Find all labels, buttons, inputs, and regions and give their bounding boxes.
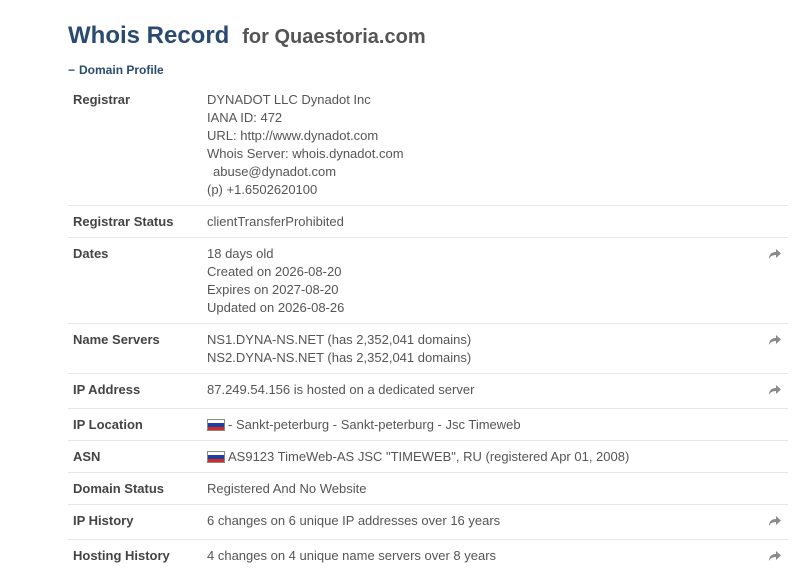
collapse-toggle-icon[interactable]: − bbox=[68, 63, 75, 77]
row-asn: ASN AS9123 TimeWeb-AS JSC "TIMEWEB", RU … bbox=[68, 441, 788, 473]
row-label: IP Address bbox=[68, 374, 207, 409]
dates-value: 18 days old Created on 2026-08-20 Expire… bbox=[207, 238, 754, 324]
row-hosting-history: Hosting History 4 changes on 4 unique na… bbox=[68, 540, 788, 574]
row-label: IP History bbox=[68, 505, 207, 540]
page-title-main: Whois Record bbox=[68, 22, 229, 49]
created-date: Created on 2026-08-20 bbox=[207, 263, 754, 281]
row-label: Name Servers bbox=[68, 324, 207, 374]
name-server-2: NS2.DYNA-NS.NET (has 2,352,041 domains) bbox=[207, 349, 754, 367]
ip-history-value: 6 changes on 6 unique IP addresses over … bbox=[207, 505, 754, 540]
registrar-url: URL: http://www.dynadot.com bbox=[207, 127, 754, 145]
registrar-status-value: clientTransferProhibited bbox=[207, 206, 754, 238]
registrar-phone: (p) +1.6502620100 bbox=[207, 181, 754, 199]
domain-age: 18 days old bbox=[207, 245, 754, 263]
row-ip-address: IP Address 87.249.54.156 is hosted on a … bbox=[68, 374, 788, 409]
share-arrow-icon[interactable] bbox=[768, 333, 782, 347]
share-arrow-icon[interactable] bbox=[768, 549, 782, 563]
row-label: ASN bbox=[68, 441, 207, 473]
row-label: Hosting History bbox=[68, 540, 207, 574]
share-arrow-icon[interactable] bbox=[768, 383, 782, 397]
row-label: IP Location bbox=[68, 409, 207, 441]
name-servers-value: NS1.DYNA-NS.NET (has 2,352,041 domains) … bbox=[207, 324, 754, 374]
share-arrow-icon[interactable] bbox=[768, 514, 782, 528]
russia-flag-icon bbox=[207, 450, 225, 462]
domain-status-value: Registered And No Website bbox=[207, 473, 754, 505]
share-arrow-icon[interactable] bbox=[768, 247, 782, 261]
row-registrar-status: Registrar Status clientTransferProhibite… bbox=[68, 206, 788, 238]
registrar-abuse-email: abuse@dynadot.com bbox=[207, 163, 754, 181]
row-registrar: Registrar DYNADOT LLC Dynadot Inc IANA I… bbox=[68, 84, 788, 206]
registrar-iana: IANA ID: 472 bbox=[207, 109, 754, 127]
name-server-1: NS1.DYNA-NS.NET (has 2,352,041 domains) bbox=[207, 331, 754, 349]
row-name-servers: Name Servers NS1.DYNA-NS.NET (has 2,352,… bbox=[68, 324, 788, 374]
russia-flag-icon bbox=[207, 418, 225, 430]
page-title: Whois Record for Quaestoria.com bbox=[68, 14, 426, 51]
row-label: Dates bbox=[68, 238, 207, 324]
asn-value: AS9123 TimeWeb-AS JSC "TIMEWEB", RU (reg… bbox=[207, 441, 754, 473]
ip-location-text: - Sankt-peterburg - Sankt-peterburg - Js… bbox=[228, 417, 521, 432]
page-title-domain: for Quaestoria.com bbox=[242, 26, 425, 48]
updated-date: Updated on 2026-08-26 bbox=[207, 299, 754, 317]
row-label: Domain Status bbox=[68, 473, 207, 505]
ip-location-value: - Sankt-peterburg - Sankt-peterburg - Js… bbox=[207, 409, 754, 441]
row-label: Registrar Status bbox=[68, 206, 207, 238]
domain-profile-header[interactable]: −Domain Profile bbox=[68, 63, 164, 77]
hosting-history-value: 4 changes on 4 unique name servers over … bbox=[207, 540, 754, 574]
row-ip-history: IP History 6 changes on 6 unique IP addr… bbox=[68, 505, 788, 540]
row-domain-status: Domain Status Registered And No Website bbox=[68, 473, 788, 505]
domain-profile-table: Registrar DYNADOT LLC Dynadot Inc IANA I… bbox=[68, 84, 788, 574]
registrar-value: DYNADOT LLC Dynadot Inc IANA ID: 472 URL… bbox=[207, 84, 754, 206]
row-label: Registrar bbox=[68, 84, 207, 206]
registrar-whois-server: Whois Server: whois.dynadot.com bbox=[207, 145, 754, 163]
expires-date: Expires on 2027-08-20 bbox=[207, 281, 754, 299]
asn-text: AS9123 TimeWeb-AS JSC "TIMEWEB", RU (reg… bbox=[228, 449, 629, 464]
section-title: Domain Profile bbox=[79, 63, 164, 77]
ip-address-value: 87.249.54.156 is hosted on a dedicated s… bbox=[207, 374, 754, 409]
registrar-name: DYNADOT LLC Dynadot Inc bbox=[207, 91, 754, 109]
row-ip-location: IP Location - Sankt-peterburg - Sankt-pe… bbox=[68, 409, 788, 441]
row-dates: Dates 18 days old Created on 2026-08-20 … bbox=[68, 238, 788, 324]
